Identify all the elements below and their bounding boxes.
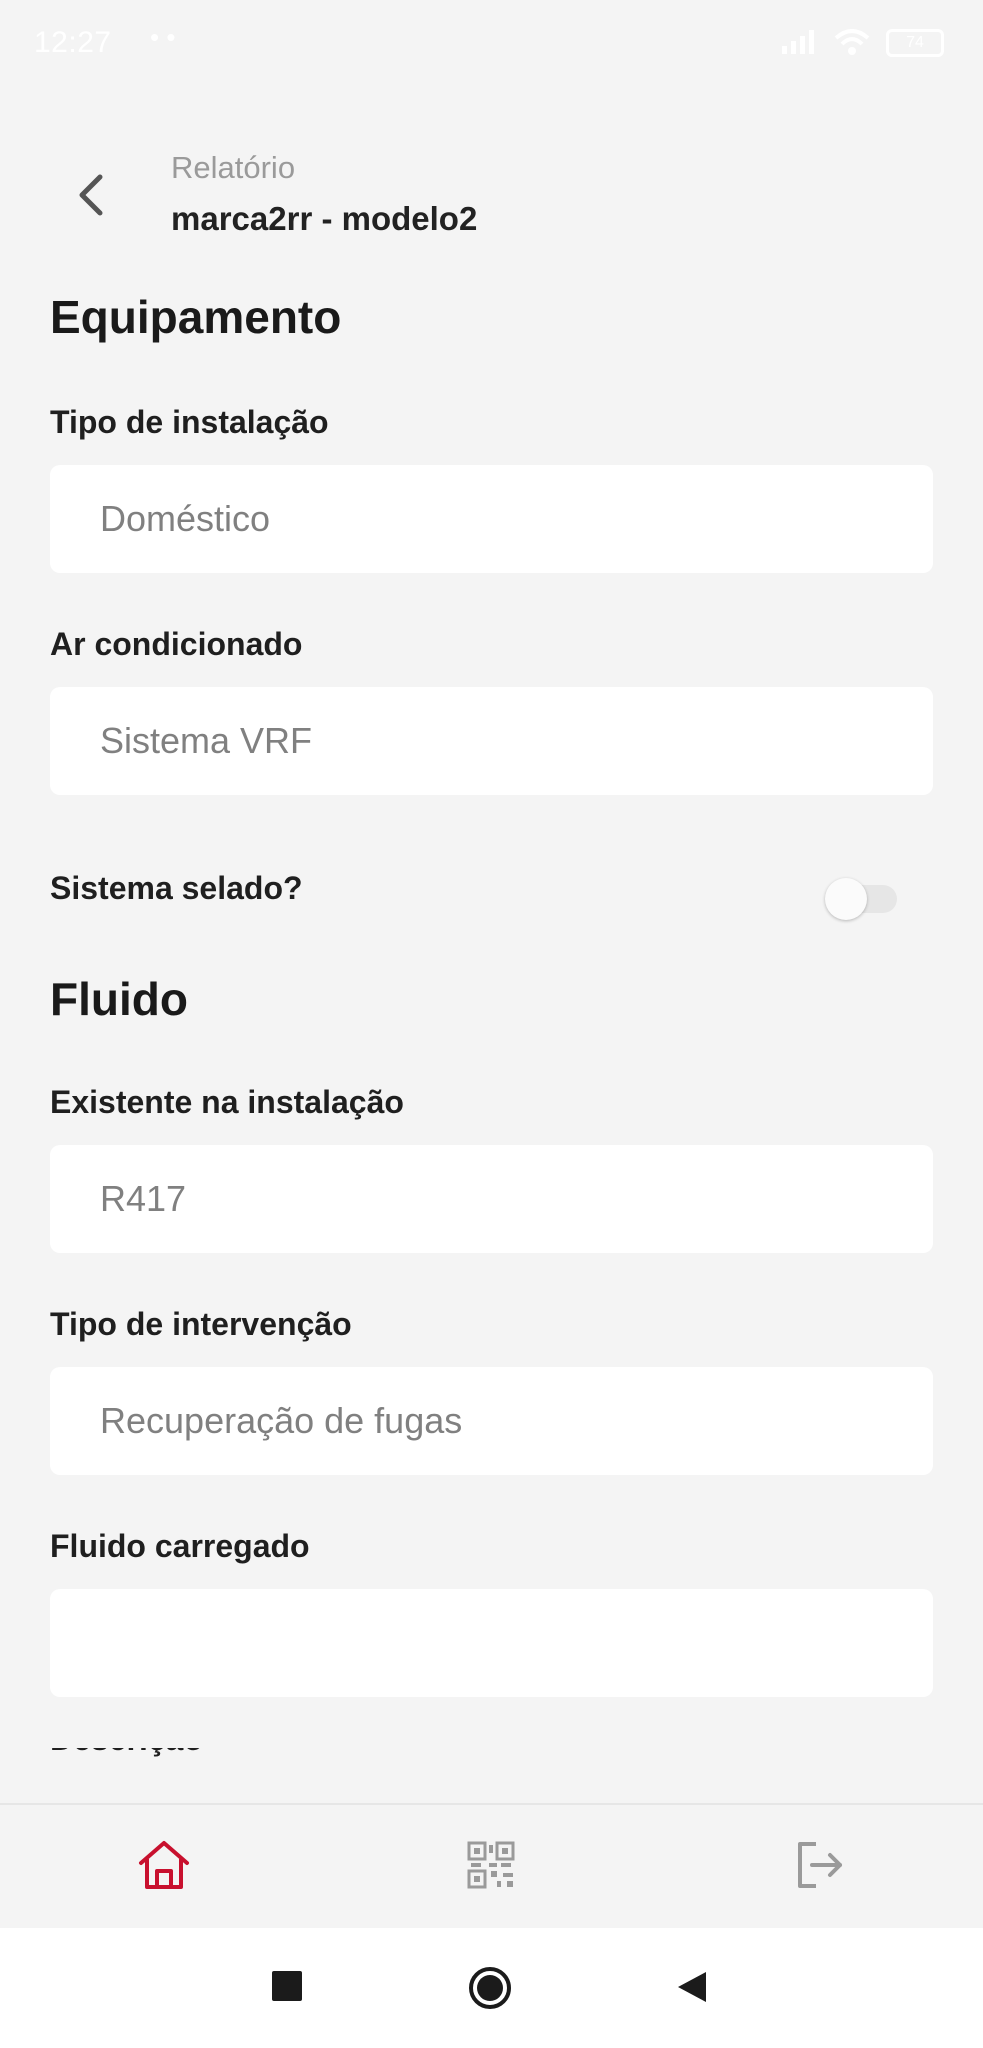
intervention-type-value: Recuperação de fugas	[100, 1400, 463, 1441]
intervention-type-label: Tipo de intervenção	[50, 1306, 352, 1342]
toggle-thumb	[825, 878, 867, 920]
tab-home[interactable]	[134, 1835, 194, 1895]
existing-fluid-field[interactable]: R417	[50, 1145, 933, 1253]
status-time: 12:27	[34, 26, 112, 59]
home-icon	[139, 1841, 189, 1889]
air-conditioning-field[interactable]: Sistema VRF	[50, 687, 933, 795]
chevron-left-icon	[79, 174, 103, 216]
existing-fluid-label: Existente na instalação	[50, 1084, 404, 1120]
back-button[interactable]	[66, 170, 116, 220]
tab-qr-scanner[interactable]	[461, 1835, 521, 1895]
air-conditioning-value: Sistema VRF	[100, 720, 313, 761]
sealed-system-label: Sistema selado?	[50, 870, 303, 906]
wifi-icon	[834, 29, 870, 55]
tab-logout[interactable]	[790, 1835, 850, 1895]
page-title: marca2rr - modelo2	[171, 200, 478, 237]
signal-icon	[782, 30, 814, 54]
charged-fluid-field[interactable]	[50, 1589, 933, 1697]
section-title-equipment: Equipamento	[50, 291, 342, 343]
page-subtitle: Relatório	[171, 150, 296, 185]
installation-type-value: Doméstico	[100, 498, 271, 539]
intervention-type-field[interactable]: Recuperação de fugas	[50, 1367, 933, 1475]
system-nav-bar	[0, 1928, 983, 2048]
section-title-fluid: Fluido	[50, 973, 188, 1025]
charged-fluid-label: Fluido carregado	[50, 1528, 310, 1564]
air-conditioning-label: Ar condicionado	[50, 626, 303, 662]
battery-icon: 74	[886, 29, 944, 57]
bottom-tab-bar	[0, 1803, 983, 1929]
logout-icon	[798, 1842, 842, 1888]
description-label-partial: Descrição	[50, 1748, 350, 1764]
notification-dots: • •	[150, 22, 176, 52]
sealed-system-toggle[interactable]	[825, 878, 905, 920]
home-circle-icon[interactable]	[468, 1966, 512, 2010]
recent-apps-icon[interactable]	[272, 1971, 302, 2001]
back-triangle-icon[interactable]	[676, 1970, 708, 2004]
existing-fluid-value: R417	[100, 1178, 187, 1219]
installation-type-field[interactable]: Doméstico	[50, 465, 933, 573]
status-bar: 12:27 • • 74	[0, 0, 983, 88]
installation-type-label: Tipo de instalação	[50, 404, 329, 440]
qr-code-icon	[467, 1841, 515, 1889]
